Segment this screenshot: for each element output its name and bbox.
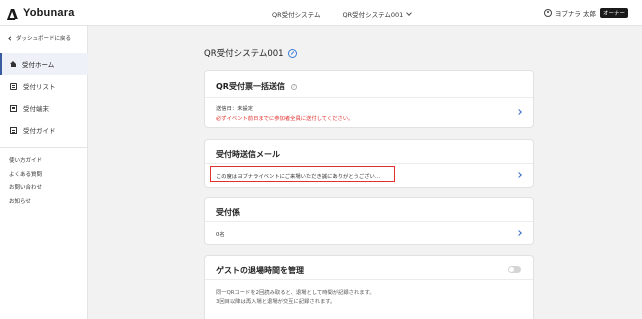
page-title: QR受付システム001 [204, 47, 297, 59]
qr-bulk-send-card: QR受付票一括送信 ? 送信日：未設定 必ずイベント前日までに参加者全員に送付し… [204, 70, 534, 128]
divider [205, 279, 533, 280]
send-date: 送信日：未設定 [216, 106, 254, 112]
sidebar-item-label: 受付ホーム [22, 61, 55, 69]
sidebar-item-reception-guide[interactable]: 受付ガイド [0, 119, 88, 141]
sidebar-item-label: 受付リスト [23, 83, 56, 91]
link-news[interactable]: お知らせ [9, 196, 42, 210]
sidebar-item-label: 受付端末 [23, 105, 49, 113]
topnav-system[interactable]: QR受付システム [272, 9, 320, 19]
highlight-box [210, 166, 395, 182]
help-icon[interactable]: ? [290, 83, 297, 90]
logo[interactable]: Yobunara [8, 6, 75, 20]
top-bar: Yobunara QR受付システム QR受付システム001 ヨブナラ 太郎 オー… [0, 0, 642, 26]
qr-bulk-send-row[interactable]: 送信日：未設定 必ずイベント前日までに参加者全員に送付してください。 [205, 98, 533, 128]
logo-mark-icon [8, 8, 19, 19]
chevron-right-icon [516, 109, 522, 115]
role-badge: オーナー [599, 8, 628, 18]
send-warning: 必ずイベント前日までに参加者全員に送付してください。 [216, 116, 354, 122]
link-contact[interactable]: お問い合わせ [9, 182, 42, 196]
staff-count: 0名 [216, 232, 225, 238]
page-title-text: QR受付システム001 [204, 49, 284, 59]
card-title: 受付時送信メール [216, 149, 280, 160]
reception-staff-card: 受付係 0名 [204, 197, 534, 245]
sidebar-item-reception-home[interactable]: 受付ホーム [0, 53, 88, 75]
edit-icon[interactable] [287, 48, 297, 58]
terminal-icon [10, 104, 17, 112]
top-nav: QR受付システム QR受付システム001 [272, 9, 413, 19]
user-name: ヨブナラ 太郎 [554, 10, 596, 18]
back-to-dashboard-link[interactable]: ダッシュボードに戻る [8, 34, 72, 42]
list-icon [10, 82, 17, 90]
card-title: ゲストの退場時間を管理 [216, 265, 304, 276]
guide-icon [10, 126, 17, 134]
exit-desc-2: 3回目以降は再入場と退場が交互に記録されます。 [216, 299, 336, 305]
chevron-left-icon [8, 35, 13, 41]
sidebar-item-label: 受付ガイド [23, 127, 56, 135]
back-label: ダッシュボードに戻る [16, 36, 72, 42]
sidebar-links: 使い方ガイド よくある質問 お問い合わせ お知らせ [9, 155, 42, 209]
logo-text: Yobunara [23, 7, 75, 19]
link-faq[interactable]: よくある質問 [9, 169, 42, 183]
sidebar: ダッシュボードに戻る 受付ホーム 受付リスト 受付端末 受付ガイド 使い方ガイド… [0, 26, 88, 319]
sidebar-item-reception-terminal[interactable]: 受付端末 [0, 97, 88, 119]
home-icon [10, 60, 16, 67]
card-title: QR受付票一括送信 ? [216, 81, 297, 92]
chevron-down-icon [406, 10, 413, 16]
sidebar-item-reception-list[interactable]: 受付リスト [0, 75, 88, 97]
reception-mail-card: 受付時送信メール この度はヨブナライベントにご来場いただき誠にありがとうござい… [204, 139, 534, 188]
card-title-text: 受付時送信メール [216, 150, 280, 159]
reception-staff-row[interactable]: 0名 [205, 222, 533, 245]
card-title-text: ゲストの退場時間を管理 [216, 266, 304, 275]
exit-desc-1: 同一QRコードを2回読み取ると、退場として時間が記録されます。 [216, 290, 375, 296]
exit-time-toggle[interactable] [508, 266, 521, 273]
topnav-system-dropdown[interactable]: QR受付システム001 [342, 9, 413, 19]
user-menu[interactable]: ヨブナラ 太郎 オーナー [543, 8, 628, 18]
chevron-right-icon [516, 230, 522, 236]
link-usage-guide[interactable]: 使い方ガイド [9, 155, 42, 169]
user-icon [543, 9, 552, 17]
sidebar-nav: 受付ホーム 受付リスト 受付端末 受付ガイド [0, 53, 88, 148]
chevron-right-icon [516, 172, 522, 178]
card-title-text: 受付係 [216, 208, 240, 217]
guest-exit-time-card: ゲストの退場時間を管理 同一QRコードを2回読み取ると、退場として時間が記録され… [204, 255, 534, 319]
topnav-system-name: QR受付システム001 [342, 11, 404, 19]
card-title-text: QR受付票一括送信 [216, 82, 285, 91]
card-title: 受付係 [216, 207, 240, 218]
